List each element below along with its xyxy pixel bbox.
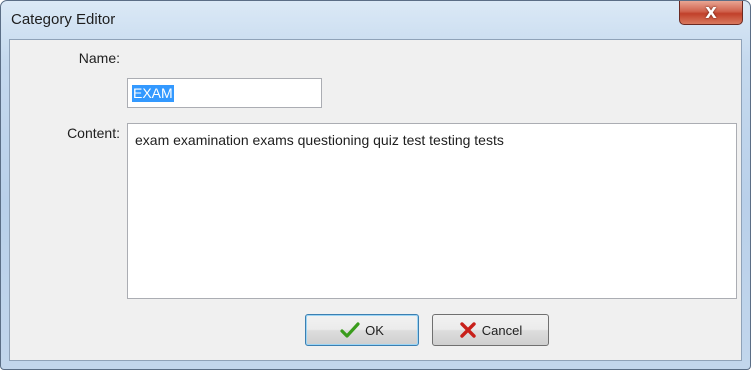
content-label: Content: <box>67 125 120 141</box>
name-input[interactable]: EXAM <box>127 78 322 108</box>
cancel-button-label: Cancel <box>481 322 523 338</box>
content-textarea-value: exam examination exams questioning quiz … <box>135 132 504 148</box>
title-bar[interactable]: Category Editor X <box>1 1 750 39</box>
ok-button[interactable]: OK <box>305 314 419 346</box>
ok-button-label: OK <box>365 322 384 338</box>
checkmark-icon <box>340 322 360 338</box>
category-editor-window: Category Editor X Name: EXAM Content: ex… <box>0 0 751 370</box>
window-title: Category Editor <box>11 11 116 28</box>
name-label: Name: <box>78 50 120 66</box>
x-mark-icon <box>459 322 477 338</box>
close-button[interactable]: X <box>679 1 743 25</box>
close-icon: X <box>705 3 717 22</box>
cancel-button[interactable]: Cancel <box>432 314 549 346</box>
name-input-value: EXAM <box>132 85 174 102</box>
content-textarea[interactable]: exam examination exams questioning quiz … <box>127 123 737 299</box>
